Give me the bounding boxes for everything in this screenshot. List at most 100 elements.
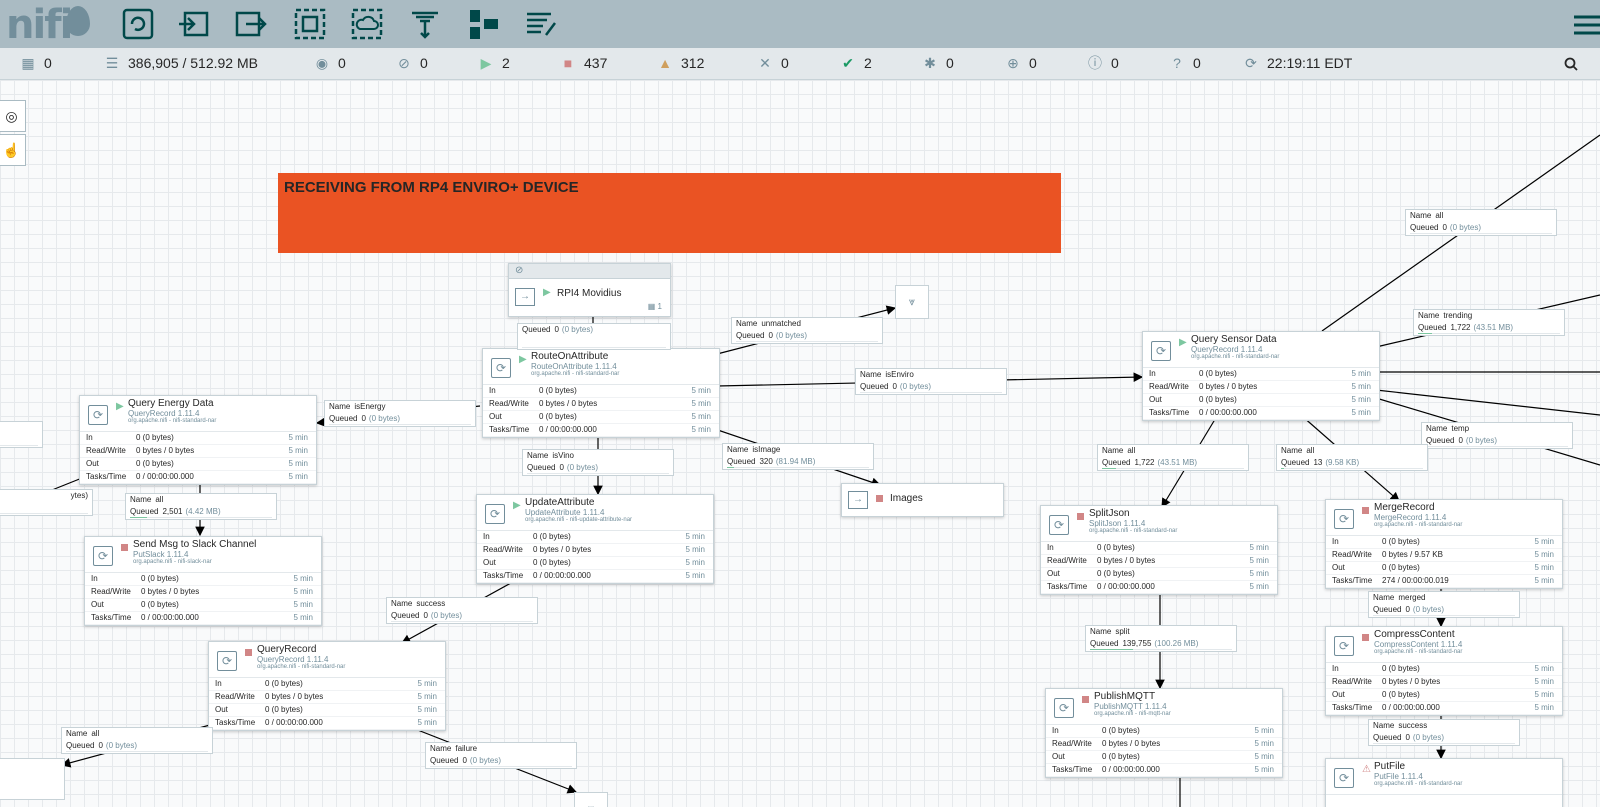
connection[interactable]: Name split Queued 139,755 (100.26 MB) bbox=[1085, 625, 1237, 652]
stat-value: 0 (0 bytes) bbox=[1097, 569, 1135, 578]
connection[interactable]: Name failure Queued 0 (0 bytes) bbox=[425, 742, 577, 769]
queued-count: 0 bbox=[1442, 223, 1447, 232]
connection[interactable]: Name isImage Queued 320 (81.94 MB) bbox=[722, 443, 874, 470]
stat-window: 5 min bbox=[1534, 563, 1554, 572]
stat-value: 0 / 00:00:00.000 bbox=[141, 613, 199, 622]
connection-partial[interactable] bbox=[0, 421, 43, 448]
processor[interactable]: ⟳ MergeRecord MergeRecord 1.11.4 org.apache… bbox=[1325, 499, 1563, 589]
processor-stat-row: Read/Write 0 bytes / 0 bytes 5 min bbox=[1046, 738, 1282, 751]
connection[interactable]: Name all Queued 0 (0 bytes) bbox=[1405, 209, 1557, 236]
connection-name: temp bbox=[1451, 424, 1470, 433]
connection[interactable]: Name all Queued 13 (9.58 KB) bbox=[1276, 444, 1428, 471]
connection-name-row: Name all bbox=[1098, 445, 1248, 457]
connection[interactable]: Name all Queued 0 (0 bytes) bbox=[61, 727, 213, 754]
connection[interactable]: Name success Queued 0 (0 bytes) bbox=[386, 597, 538, 624]
connection[interactable]: Queued 0 (0 bytes) bbox=[517, 323, 671, 350]
processor[interactable]: ⟳ ▶ Query Energy Data QueryRecord 1.11.4 org… bbox=[79, 395, 317, 485]
processor[interactable]: ⟳ ▶ UpdateAttribute UpdateAttribute 1.11.4 o… bbox=[476, 494, 714, 584]
connection[interactable]: Name isVino Queued 0 (0 bytes) bbox=[522, 449, 674, 476]
connection[interactable]: Name success Queued 0 (0 bytes) bbox=[1368, 719, 1520, 746]
queued-size: (43.51 MB) bbox=[1157, 458, 1198, 467]
stat-value: 0 / 00:00:00.000 bbox=[1382, 703, 1440, 712]
output-port-images[interactable]: → Images bbox=[841, 483, 1004, 517]
funnel[interactable]: ⩔ bbox=[895, 285, 929, 319]
processor[interactable]: ⟳ PublishMQTT PublishMQTT 1.11.4 org.apache… bbox=[1045, 688, 1283, 778]
label-banner[interactable]: RECEIVING FROM RP4 ENVIRO+ DEVICE bbox=[278, 173, 1061, 253]
processor[interactable]: ⟳ QueryRecord QueryRecord 1.11.4 org.apache… bbox=[208, 641, 446, 731]
stat-label: Tasks/Time bbox=[483, 571, 524, 580]
stat-value: 0 (0 bytes) bbox=[539, 386, 577, 395]
processor-name: CompressContent bbox=[1374, 629, 1455, 640]
operate-button[interactable]: ☝ bbox=[0, 134, 26, 166]
processor[interactable]: ⟳ ▶ Query Sensor Data QueryRecord 1.11.4 org… bbox=[1142, 331, 1380, 421]
connection-partial[interactable]: ytes) bbox=[0, 489, 93, 516]
stat-label: Read/Write bbox=[1332, 550, 1372, 559]
funnel-icon bbox=[412, 11, 438, 39]
add-funnel-button[interactable] bbox=[405, 4, 445, 44]
status-refresh[interactable]: ⟳ 22:19:11 EDT bbox=[1243, 48, 1352, 79]
queued-size: (0 bytes) bbox=[561, 325, 594, 334]
add-output-port-button[interactable] bbox=[231, 4, 271, 44]
processor-name: RouteOnAttribute bbox=[531, 351, 609, 362]
connection[interactable]: Name all Queued 2,501 (4.42 MB) bbox=[125, 493, 277, 520]
add-process-group-button[interactable] bbox=[290, 4, 330, 44]
connection-name-row: Name all bbox=[126, 494, 276, 506]
processor-stat-row: Read/Write 0 bytes / 0 bytes 5 min bbox=[80, 445, 316, 458]
processor-partial[interactable] bbox=[0, 758, 65, 800]
connection[interactable]: Name trending Queued 1,722 (43.51 MB) bbox=[1413, 309, 1565, 336]
connection[interactable]: Name isEnviro Queued 0 (0 bytes) bbox=[855, 368, 1007, 395]
connection[interactable]: Name unmatched Queued 0 (0 bytes) bbox=[731, 317, 883, 344]
queued-size: (0 bytes) bbox=[430, 611, 463, 620]
stat-label: In bbox=[86, 433, 93, 442]
global-menu-button[interactable] bbox=[1574, 10, 1600, 40]
processor[interactable]: ⟳ Send Msg to Slack Channel PutSlack 1.11.… bbox=[84, 536, 322, 626]
top-toolbar: nifi bbox=[0, 0, 1600, 48]
stopped-icon bbox=[121, 544, 128, 551]
processor[interactable]: ⟳ ⚠ PutFile PutFile 1.11.4 org.apache.nifi -… bbox=[1325, 758, 1563, 807]
flow-canvas[interactable]: ◎ ☝ RECEIVING FROM RP4 ENVIRO+ DEVICE ⊘ … bbox=[0, 80, 1600, 807]
processor[interactable]: ⟳ ▶ RouteOnAttribute RouteOnAttribute 1.11.… bbox=[482, 348, 720, 438]
stat-window: 5 min bbox=[1254, 739, 1274, 748]
processor-name: MergeRecord bbox=[1374, 502, 1435, 513]
processor-header: ⟳ PublishMQTT PublishMQTT 1.11.4 org.apache… bbox=[1046, 689, 1282, 725]
navigate-button[interactable]: ◎ bbox=[0, 100, 26, 132]
stat-label: Read/Write bbox=[1149, 382, 1189, 391]
queue-fill-bar bbox=[860, 392, 1002, 393]
connection[interactable]: Name all Queued 1,722 (43.51 MB) bbox=[1097, 444, 1249, 471]
status-locally-modified-stale: ⓘ 0 bbox=[1087, 48, 1119, 79]
processor[interactable]: ⟳ CompressContent CompressContent 1.11.4 or… bbox=[1325, 626, 1563, 716]
connection[interactable]: Name isEnergy Queued 0 (0 bytes) bbox=[324, 400, 476, 427]
add-processor-button[interactable] bbox=[118, 4, 158, 44]
processor-icon: ⟳ bbox=[93, 546, 113, 566]
processor[interactable]: ⟳ SplitJson SplitJson 1.11.4 org.apache.nif… bbox=[1040, 505, 1278, 595]
add-input-port-button[interactable] bbox=[173, 4, 213, 44]
running-icon: ▶ bbox=[519, 354, 527, 365]
nifi-drop-icon bbox=[66, 6, 90, 36]
stat-value: 0 / 00:00:00.000 bbox=[539, 425, 597, 434]
add-label-button[interactable] bbox=[521, 4, 561, 44]
process-group[interactable]: ⊘ → ▶ RPI4 Movidius ▦ 1 bbox=[508, 263, 671, 317]
status-transmitting: ▦ 0 bbox=[20, 48, 51, 79]
processor-stat-row: Tasks/Time 274 / 00:00:00.019 5 min bbox=[1326, 575, 1562, 588]
search-button[interactable] bbox=[1556, 48, 1586, 79]
connection-name-label: Name bbox=[1373, 593, 1395, 602]
processor-type: QueryRecord 1.11.4 bbox=[257, 655, 329, 664]
stat-window: 5 min bbox=[685, 545, 705, 554]
queued-label: Queued bbox=[1373, 733, 1402, 742]
queued-label: Queued bbox=[860, 382, 889, 391]
stat-label: Out bbox=[483, 558, 496, 567]
stat-window: 5 min bbox=[691, 386, 711, 395]
processor-icon: ⟳ bbox=[1054, 698, 1074, 718]
add-remote-group-button[interactable] bbox=[347, 4, 387, 44]
queued-count: 139,755 bbox=[1122, 639, 1152, 648]
connection[interactable]: Name merged Queued 0 (0 bytes) bbox=[1368, 591, 1520, 618]
stat-window: 5 min bbox=[288, 472, 308, 481]
connection[interactable]: Name temp Queued 0 (0 bytes) bbox=[1421, 422, 1573, 449]
stat-value: 0 (0 bytes) bbox=[141, 600, 179, 609]
add-template-button[interactable] bbox=[464, 4, 504, 44]
stat-window: 5 min bbox=[1534, 703, 1554, 712]
refresh-icon[interactable]: ⟳ bbox=[1243, 48, 1259, 79]
processor-stat-row: Out 0 (0 bytes) 5 min bbox=[1041, 568, 1277, 581]
funnel[interactable]: ⩔ bbox=[574, 792, 608, 807]
queued-label: Queued bbox=[527, 463, 556, 472]
